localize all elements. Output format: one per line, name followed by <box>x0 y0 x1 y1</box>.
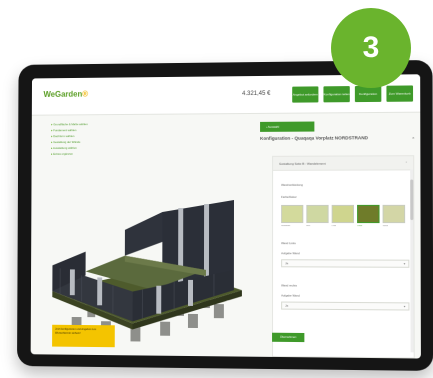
swatch-caption: Sand <box>382 225 388 228</box>
chevron-down-icon: ▾ <box>403 261 406 266</box>
card-header-label: Gestaltung Seite B - Wandelement <box>279 161 326 166</box>
swatch-captions: Standard Hell Lind Olive Sand <box>281 225 405 227</box>
back-to-selection-button[interactable]: ‹ Auswahl <box>260 121 315 132</box>
stage: 3 WeGarden® 4.321,45 € Angebot anfordern… <box>0 0 433 378</box>
step-item[interactable]: Extras ergänzen <box>51 151 139 157</box>
step-list: Grundfläche & Maße wählen Fundament wähl… <box>51 121 139 157</box>
swatch-caption: Olive <box>357 225 363 228</box>
logo-text: WeGarden <box>43 89 83 99</box>
swatch-caption: Hell <box>306 225 311 228</box>
panel-title: Konfiguration - Quaqaqa Vorplatz NORDSTR… <box>260 135 369 141</box>
chevron-up-icon: ˆ <box>405 160 408 166</box>
cart-button[interactable]: Zum Warenkorb <box>386 85 414 102</box>
color-swatch[interactable] <box>331 204 355 224</box>
swatch-caption: Lind <box>331 225 336 228</box>
color-swatch[interactable] <box>306 204 329 224</box>
apply-button[interactable]: Übernehmen <box>272 332 305 343</box>
wall-left-select[interactable]: Ja ▾ <box>281 259 410 268</box>
wall-left-value: Ja <box>285 261 289 266</box>
color-swatch[interactable] <box>281 204 304 224</box>
request-offer-button[interactable]: Angebot anfordern <box>292 86 319 103</box>
swatch-caption: Standard <box>281 225 291 228</box>
swatch-row <box>281 204 406 224</box>
chevron-down-icon: ▾ <box>403 304 406 309</box>
wall-right-select[interactable]: Ja ▾ <box>281 301 410 311</box>
section-label-wall-right: Wand rechts <box>281 283 297 288</box>
logo-mark: ® <box>82 89 89 99</box>
card-header[interactable]: Gestaltung Seite B - Wandelement ˆ <box>273 156 414 171</box>
section-sublabel-color: Farbe/Dekor <box>281 194 297 199</box>
panel-scrollbar-thumb[interactable] <box>410 179 414 221</box>
section-label-wall-left: Wand Links <box>281 241 296 246</box>
step-number-badge: 3 <box>331 8 411 88</box>
total-price: 4.321,45 € <box>242 90 271 98</box>
color-swatch[interactable] <box>357 204 380 224</box>
section-label-material: Wandverkleidung <box>281 182 303 187</box>
field-label-wall-right: Aufgabe Wand <box>281 293 300 298</box>
save-config-button[interactable]: Konfiguration speichern <box>354 85 382 112</box>
close-icon[interactable]: × <box>412 135 414 140</box>
share-config-button[interactable]: Konfiguration teilen <box>323 86 350 103</box>
field-label-wall-left: Aufgabe Wand <box>281 251 300 256</box>
tablet-frame: WeGarden® 4.321,45 € Angebot anfordern K… <box>17 59 433 371</box>
config-panel: ‹ Auswahl Konfiguration - Quaqaqa Vorpla… <box>242 119 421 359</box>
wall-right-value: Ja <box>285 303 289 308</box>
wall-config-card: Gestaltung Seite B - Wandelement ˆ Wandv… <box>272 155 415 359</box>
configurator-screen: WeGarden® 4.321,45 € Angebot anfordern K… <box>30 74 421 359</box>
logo[interactable]: WeGarden® <box>44 90 88 99</box>
promo-banner[interactable]: Jetzt konfigurieren und Angebot zum Wuns… <box>52 324 115 348</box>
color-swatch[interactable] <box>382 204 406 224</box>
